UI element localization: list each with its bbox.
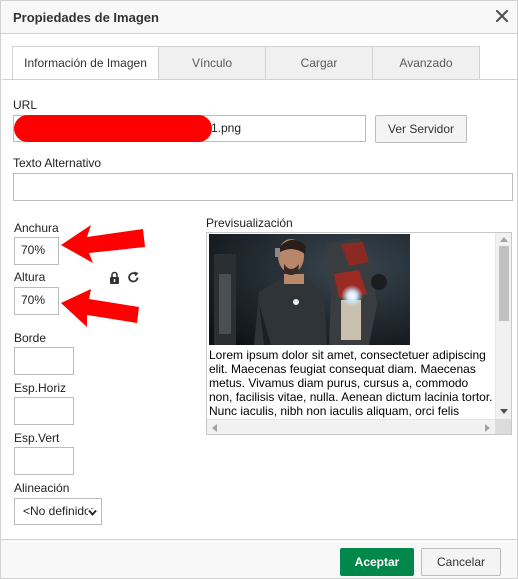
alt-text-input[interactable]: [13, 173, 513, 201]
annotation-arrow-height: [61, 289, 139, 327]
preview-sample-text: Lorem ipsum dolor sit amet, consectetuer…: [209, 348, 493, 418]
scroll-up-icon[interactable]: [500, 236, 508, 242]
height-input[interactable]: 70%: [14, 287, 59, 315]
vspace-label: Esp.Vert: [14, 431, 60, 445]
alt-text-label: Texto Alternativo: [13, 156, 102, 170]
dialog-footer: Aceptar Cancelar: [1, 539, 517, 578]
scrollbar-corner: [495, 419, 511, 434]
tab-image-info[interactable]: Información de Imagen: [12, 46, 159, 80]
browse-server-button[interactable]: Ver Servidor: [375, 115, 467, 143]
border-input[interactable]: [14, 347, 74, 375]
preview-vertical-scrollbar[interactable]: [495, 233, 511, 419]
vspace-input[interactable]: [14, 447, 74, 475]
tab-advanced[interactable]: Avanzado: [372, 46, 480, 80]
width-input[interactable]: 70%: [14, 237, 59, 265]
close-icon[interactable]: [495, 9, 509, 23]
preview-label: Previsualización: [206, 216, 293, 230]
scroll-right-icon[interactable]: [485, 424, 491, 432]
tab-link[interactable]: Vínculo: [158, 46, 266, 80]
preview-scroll-thumb[interactable]: [499, 246, 509, 321]
align-label: Alineación: [14, 481, 70, 495]
lock-icon[interactable]: [109, 271, 120, 284]
tabs-divider: [2, 79, 517, 80]
height-label: Altura: [14, 270, 46, 284]
border-label: Borde: [14, 331, 47, 345]
scroll-left-icon[interactable]: [211, 424, 217, 432]
reset-size-icon[interactable]: [127, 271, 140, 284]
scroll-down-icon[interactable]: [500, 409, 508, 415]
annotation-arrow-width: [61, 225, 145, 263]
preview-image: [209, 234, 410, 345]
image-properties-dialog: Propiedades de Imagen Información de Ima…: [0, 0, 518, 579]
tab-upload[interactable]: Cargar: [265, 46, 373, 80]
url-label: URL: [13, 98, 38, 112]
hspace-label: Esp.Horiz: [14, 381, 67, 395]
dialog-title: Propiedades de Imagen: [13, 10, 159, 25]
align-select[interactable]: <No definido>: [14, 498, 102, 525]
preview-box: Lorem ipsum dolor sit amet, consectetuer…: [206, 232, 512, 435]
accept-button[interactable]: Aceptar: [340, 548, 414, 576]
width-label: Anchura: [14, 221, 59, 235]
chevron-down-icon: [88, 509, 97, 516]
hspace-input[interactable]: [14, 397, 74, 425]
dialog-titlebar[interactable]: Propiedades de Imagen: [1, 1, 517, 34]
preview-horizontal-scrollbar[interactable]: [207, 419, 495, 434]
align-select-value: <No definido>: [23, 504, 98, 518]
redaction-mark: [14, 115, 212, 142]
cancel-button[interactable]: Cancelar: [421, 548, 501, 576]
